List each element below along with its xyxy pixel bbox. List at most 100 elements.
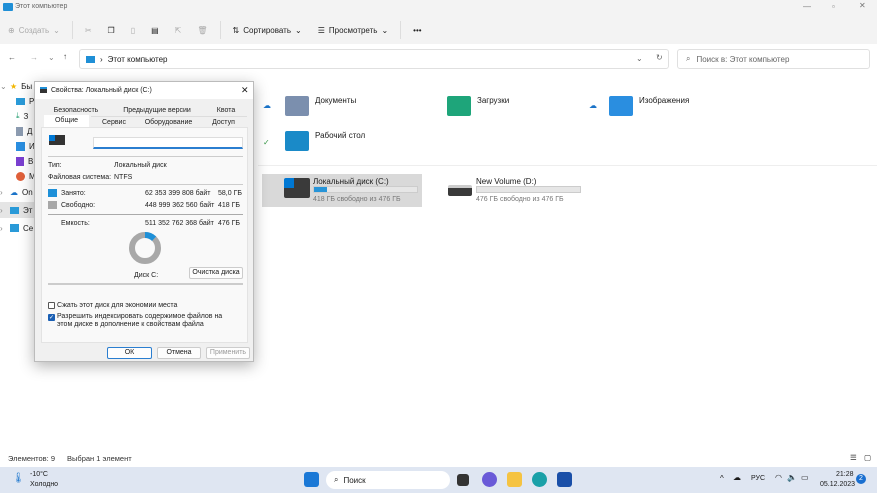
type-label: Тип: bbox=[48, 162, 62, 169]
used-color-swatch bbox=[48, 189, 57, 197]
refresh-icon[interactable]: ↻ bbox=[656, 53, 663, 62]
folder-desktop[interactable]: Рабочий стол bbox=[285, 131, 365, 151]
chat-icon[interactable] bbox=[482, 472, 497, 487]
wifi-icon[interactable]: ◠ bbox=[775, 473, 782, 482]
folder-pictures[interactable]: Изображения bbox=[609, 96, 689, 116]
paste-button[interactable]: ▯ bbox=[123, 19, 143, 41]
chevron-up-icon[interactable]: ^ bbox=[720, 474, 724, 483]
folder-documents[interactable]: Документы bbox=[285, 96, 356, 116]
view-icon: ☰ bbox=[317, 25, 325, 35]
dialog-close-button[interactable]: ✕ bbox=[241, 85, 249, 96]
forward-button[interactable]: → bbox=[30, 53, 38, 62]
details-view-icon[interactable]: ☰ bbox=[850, 453, 857, 462]
index-label: Разрешить индексировать содержимое файло… bbox=[57, 313, 223, 328]
drive-c[interactable]: Локальный диск (C:) 418 ГБ свободно из 4… bbox=[262, 174, 422, 207]
ok-button[interactable]: ОК bbox=[107, 347, 152, 359]
taskbar-search[interactable]: ⌕ Поиск bbox=[326, 471, 450, 489]
cancel-button[interactable]: Отмена bbox=[157, 347, 201, 359]
sidebar-label: Бы bbox=[21, 81, 33, 91]
share-button[interactable]: ⇱ bbox=[167, 19, 190, 41]
general-tab-panel: Тип: Локальный диск Файловая система: NT… bbox=[41, 127, 248, 343]
weather-temp[interactable]: -10°C bbox=[30, 471, 48, 478]
edge-icon[interactable] bbox=[532, 472, 547, 487]
tiles-view-icon[interactable]: ▢ bbox=[864, 453, 871, 462]
index-checkbox[interactable]: ✓ bbox=[48, 314, 55, 321]
rename-button[interactable]: ▤ bbox=[143, 19, 167, 41]
apply-button[interactable]: Применить bbox=[206, 347, 250, 359]
address-bar[interactable]: › Этот компьютер ⌄ ↻ bbox=[79, 49, 669, 69]
tab-general[interactable]: Общие bbox=[44, 115, 89, 127]
cloud-icon: ☁ bbox=[10, 187, 18, 197]
chevron-down-icon[interactable]: ⌄ bbox=[636, 54, 643, 63]
folder-label: Рабочий стол bbox=[315, 131, 366, 140]
disk-cleanup-button[interactable]: Очистка диска bbox=[189, 267, 243, 279]
disk-label: Диск C: bbox=[134, 272, 159, 279]
view-button[interactable]: ☰ Просмотреть ⌄ bbox=[310, 19, 396, 41]
volume-icon[interactable]: 🔈 bbox=[787, 473, 797, 482]
copy-icon: ❐ bbox=[107, 25, 115, 35]
synced-check-icon: ✓ bbox=[263, 138, 270, 147]
onedrive-tray-icon[interactable]: ☁ bbox=[733, 473, 741, 482]
search-input[interactable]: ⌕ Поиск в: Этот компьютер bbox=[677, 49, 870, 69]
desktop-folder-icon bbox=[285, 131, 309, 151]
weather-text[interactable]: Холодно bbox=[30, 481, 58, 488]
language-indicator[interactable]: РУС bbox=[751, 475, 765, 482]
network-icon bbox=[10, 224, 19, 232]
properties-dialog: Свойства: Локальный диск (C:) ✕ Безопасн… bbox=[34, 81, 254, 362]
clock-date[interactable]: 05.12.2023 bbox=[820, 481, 855, 488]
volume-label-input[interactable] bbox=[93, 137, 243, 149]
close-button[interactable]: ✕ bbox=[859, 1, 866, 10]
search-placeholder: Поиск в: Этот компьютер bbox=[696, 54, 790, 64]
recent-dropdown[interactable]: ⌄ bbox=[48, 53, 55, 62]
notification-badge[interactable]: 2 bbox=[856, 474, 866, 484]
disk-usage-donut bbox=[129, 232, 161, 264]
sidebar-label: Д bbox=[27, 126, 33, 136]
task-view-icon[interactable] bbox=[457, 474, 469, 486]
search-label: Поиск bbox=[343, 475, 366, 485]
command-bar: ⊕ Создать ⌄ ✂ ❐ ▯ ▤ ⇱ 🗑 ⇅ Сортировать ⌄ ☰ Про… bbox=[0, 16, 877, 44]
drive-label: New Volume (D:) bbox=[476, 177, 537, 186]
download-icon: ⤓ bbox=[16, 111, 20, 120]
back-button[interactable]: ← bbox=[8, 53, 16, 62]
up-button[interactable]: ↑ bbox=[63, 52, 67, 61]
star-icon: ★ bbox=[10, 81, 18, 91]
item-count: Элементов: 9 bbox=[8, 454, 56, 463]
tab-tools[interactable]: Сервис bbox=[91, 116, 137, 127]
tab-sharing[interactable]: Доступ bbox=[200, 116, 247, 127]
share-icon: ⇱ bbox=[174, 25, 182, 35]
create-button[interactable]: ⊕ Создать ⌄ bbox=[0, 19, 68, 41]
delete-button[interactable]: 🗑 bbox=[189, 19, 215, 41]
breadcrumb[interactable]: Этот компьютер bbox=[108, 55, 168, 64]
folder-downloads[interactable]: Загрузки bbox=[447, 96, 509, 116]
maximize-button[interactable]: ▫ bbox=[832, 2, 835, 11]
file-explorer-icon[interactable] bbox=[507, 472, 522, 487]
start-icon[interactable] bbox=[304, 472, 319, 487]
tab-previous-versions[interactable]: Предыдущие версии bbox=[111, 105, 203, 116]
cloud-status-icon: ☁ bbox=[589, 101, 597, 110]
sidebar-label: В bbox=[28, 156, 34, 166]
pictures-icon bbox=[16, 141, 25, 151]
tab-quota[interactable]: Квота bbox=[205, 105, 247, 116]
dialog-title: Свойства: Локальный диск (C:) bbox=[51, 87, 152, 94]
battery-icon[interactable]: ▭ bbox=[801, 473, 809, 482]
video-icon bbox=[16, 156, 24, 166]
clock-time[interactable]: 21:28 bbox=[836, 471, 854, 478]
more-button[interactable]: ••• bbox=[405, 19, 429, 41]
sort-button[interactable]: ⇅ Сортировать ⌄ bbox=[225, 19, 310, 41]
free-bytes: 448 999 362 560 байт bbox=[145, 202, 215, 209]
compress-checkbox[interactable] bbox=[48, 302, 55, 309]
drive-icon bbox=[448, 185, 472, 196]
store-icon[interactable] bbox=[557, 472, 572, 487]
copy-button[interactable]: ❐ bbox=[100, 19, 123, 41]
paste-icon: ▯ bbox=[130, 25, 136, 35]
cut-button[interactable]: ✂ bbox=[77, 19, 100, 41]
title-bar: Этот компьютер — ▫ ✕ bbox=[0, 0, 877, 16]
window-title: Этот компьютер bbox=[15, 3, 68, 10]
fs-label: Файловая система: bbox=[48, 174, 112, 181]
computer-icon bbox=[86, 55, 95, 63]
drive-d[interactable]: New Volume (D:) 476 ГБ свободно из 476 Г… bbox=[446, 174, 586, 207]
desktop-icon bbox=[16, 97, 25, 105]
sort-icon: ⇅ bbox=[232, 25, 240, 35]
tab-hardware[interactable]: Оборудование bbox=[137, 116, 200, 127]
minimize-button[interactable]: — bbox=[803, 2, 811, 11]
